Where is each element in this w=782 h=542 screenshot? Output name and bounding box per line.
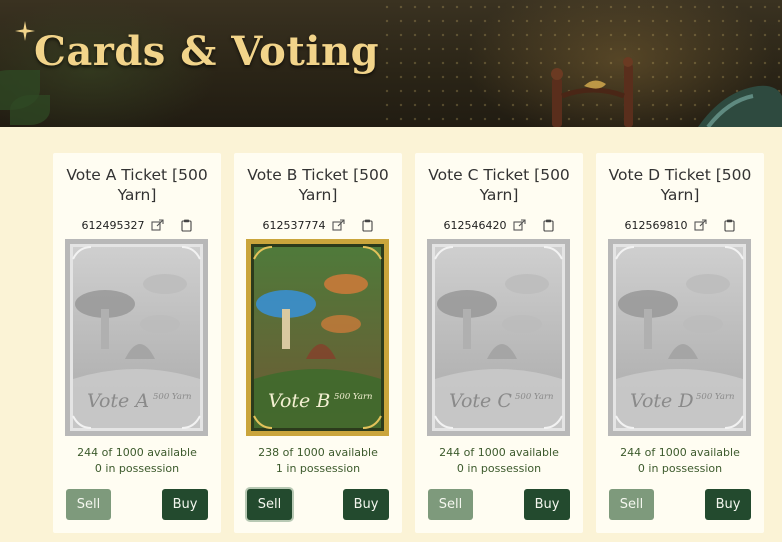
clipboard-icon[interactable]: [723, 219, 736, 232]
sell-button[interactable]: Sell: [428, 489, 473, 520]
card-title: Vote D Ticket [500 Yarn]: [608, 166, 752, 204]
card-id: 612537774: [262, 218, 326, 232]
card-artwork: Vote A 500 Yarn: [65, 239, 208, 436]
ticket-card: Vote B Ticket [500 Yarn] 612537774 Vote …: [234, 153, 402, 533]
ticket-card: Vote D Ticket [500 Yarn] 612569810 Vote …: [596, 153, 764, 533]
card-id-row: 612546420: [415, 217, 583, 233]
sell-button[interactable]: Sell: [66, 489, 111, 520]
sparkle-icon: [15, 21, 35, 41]
card-availability: 244 of 1000 available 0 in possession: [596, 445, 764, 477]
card-title: Vote B Ticket [500 Yarn]: [247, 166, 389, 204]
card-artwork: Vote C 500 Yarn: [427, 239, 570, 436]
card-availability: 244 of 1000 available 0 in possession: [415, 445, 583, 477]
card-availability: 238 of 1000 available 1 in possession: [234, 445, 402, 477]
leaf-decoration: [10, 95, 50, 125]
buy-button[interactable]: Buy: [705, 489, 751, 520]
sell-button[interactable]: Sell: [247, 489, 292, 520]
art-price-label: 500 Yarn: [696, 392, 734, 402]
clipboard-icon[interactable]: [542, 219, 555, 232]
card-id: 612569810: [624, 218, 688, 232]
possession-count: 0 in possession: [456, 462, 542, 475]
available-count: 238 of 1000 available: [258, 446, 378, 459]
card-id: 612546420: [443, 218, 507, 232]
card-id-row: 612569810: [596, 217, 764, 233]
art-price-label: 500 Yarn: [515, 392, 553, 402]
page-title: Cards & Voting: [34, 28, 380, 75]
sell-button[interactable]: Sell: [609, 489, 654, 520]
card-artwork: Vote D 500 Yarn: [608, 239, 751, 436]
external-link-icon[interactable]: [150, 218, 164, 232]
card-id: 612495327: [81, 218, 145, 232]
possession-count: 0 in possession: [94, 462, 180, 475]
available-count: 244 of 1000 available: [439, 446, 559, 459]
card-id-row: 612495327: [53, 217, 221, 233]
card-title: Vote C Ticket [500 Yarn]: [428, 166, 570, 204]
possession-count: 1 in possession: [275, 462, 361, 475]
chair-illustration: [551, 57, 782, 127]
external-link-icon[interactable]: [512, 218, 526, 232]
art-vote-label: Vote D: [630, 390, 694, 412]
clipboard-icon[interactable]: [180, 219, 193, 232]
clipboard-icon[interactable]: [361, 219, 374, 232]
buy-button[interactable]: Buy: [343, 489, 389, 520]
available-count: 244 of 1000 available: [620, 446, 740, 459]
art-vote-label: Vote C: [449, 390, 512, 412]
buy-button[interactable]: Buy: [524, 489, 570, 520]
card-availability: 244 of 1000 available 0 in possession: [53, 445, 221, 477]
header-banner: Cards & Voting: [0, 0, 782, 127]
art-price-label: 500 Yarn: [334, 392, 372, 402]
art-vote-label: Vote A: [87, 390, 149, 412]
ticket-card: Vote A Ticket [500 Yarn] 612495327 Vote …: [53, 153, 221, 533]
art-price-label: 500 Yarn: [153, 392, 191, 402]
external-link-icon[interactable]: [331, 218, 345, 232]
available-count: 244 of 1000 available: [77, 446, 197, 459]
art-vote-label: Vote B: [268, 390, 330, 412]
card-artwork: Vote B 500 Yarn: [246, 239, 389, 436]
card-title: Vote A Ticket [500 Yarn]: [66, 166, 208, 204]
buy-button[interactable]: Buy: [162, 489, 208, 520]
card-id-row: 612537774: [234, 217, 402, 233]
ticket-card: Vote C Ticket [500 Yarn] 612546420 Vote …: [415, 153, 583, 533]
possession-count: 0 in possession: [637, 462, 723, 475]
external-link-icon[interactable]: [693, 218, 707, 232]
